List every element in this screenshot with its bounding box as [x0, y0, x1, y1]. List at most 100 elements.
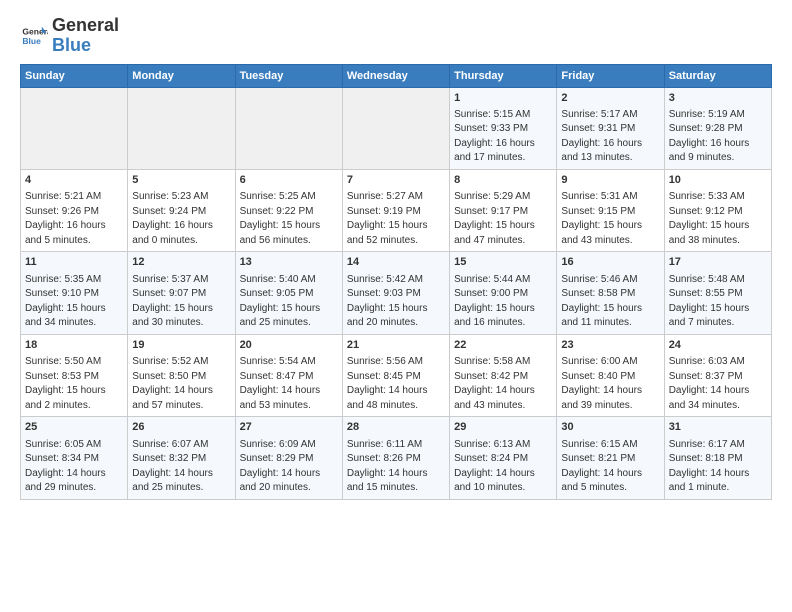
- cell-content: Sunrise: 5:35 AMSunset: 9:10 PMDaylight:…: [25, 273, 123, 331]
- cell-content: Sunrise: 6:03 AMSunset: 8:37 PMDaylight:…: [669, 355, 767, 413]
- day-number: 9: [561, 173, 659, 188]
- cell-content: Sunrise: 5:50 AMSunset: 8:53 PMDaylight:…: [25, 355, 123, 413]
- calendar-cell: 25 Sunrise: 6:05 AMSunset: 8:34 PMDayligh…: [21, 417, 128, 499]
- calendar-cell: 11 Sunrise: 5:35 AMSunset: 9:10 PMDayligh…: [21, 252, 128, 334]
- cell-content: Sunrise: 5:23 AMSunset: 9:24 PMDaylight:…: [132, 190, 230, 248]
- cell-content: Sunrise: 5:52 AMSunset: 8:50 PMDaylight:…: [132, 355, 230, 413]
- calendar-cell: 14 Sunrise: 5:42 AMSunset: 9:03 PMDayligh…: [342, 252, 449, 334]
- day-number: 23: [561, 338, 659, 353]
- day-number: 25: [25, 420, 123, 435]
- calendar-cell: 27 Sunrise: 6:09 AMSunset: 8:29 PMDayligh…: [235, 417, 342, 499]
- cell-content: Sunrise: 6:17 AMSunset: 8:18 PMDaylight:…: [669, 438, 767, 496]
- day-number: 19: [132, 338, 230, 353]
- calendar-table: SundayMondayTuesdayWednesdayThursdayFrid…: [20, 64, 772, 500]
- day-number: 5: [132, 173, 230, 188]
- day-number: 31: [669, 420, 767, 435]
- calendar-cell: 10Sunrise: 5:33 AMSunset: 9:12 PMDayligh…: [664, 169, 771, 251]
- calendar-cell: [128, 87, 235, 169]
- cell-content: Sunrise: 6:11 AMSunset: 8:26 PMDaylight:…: [347, 438, 445, 496]
- day-number: 17: [669, 255, 767, 270]
- calendar-cell: 18Sunrise: 5:50 AMSunset: 8:53 PMDayligh…: [21, 334, 128, 416]
- cell-content: Sunrise: 5:31 AMSunset: 9:15 PMDaylight:…: [561, 190, 659, 248]
- calendar-cell: 9 Sunrise: 5:31 AMSunset: 9:15 PMDaylight…: [557, 169, 664, 251]
- calendar-cell: 23 Sunrise: 6:00 AMSunset: 8:40 PMDayligh…: [557, 334, 664, 416]
- calendar-week-4: 18Sunrise: 5:50 AMSunset: 8:53 PMDayligh…: [21, 334, 772, 416]
- logo: General Blue General Blue: [20, 16, 119, 56]
- cell-content: Sunrise: 5:42 AMSunset: 9:03 PMDaylight:…: [347, 273, 445, 331]
- cell-content: Sunrise: 5:29 AMSunset: 9:17 PMDaylight:…: [454, 190, 552, 248]
- calendar-cell: [21, 87, 128, 169]
- logo-icon: General Blue: [20, 22, 48, 50]
- calendar-cell: 1 Sunrise: 5:15 AMSunset: 9:33 PMDaylight…: [450, 87, 557, 169]
- calendar-cell: 6 Sunrise: 5:25 AMSunset: 9:22 PMDaylight…: [235, 169, 342, 251]
- calendar-cell: 4 Sunrise: 5:21 AMSunset: 9:26 PMDaylight…: [21, 169, 128, 251]
- day-number: 12: [132, 255, 230, 270]
- cell-content: Sunrise: 5:37 AMSunset: 9:07 PMDaylight:…: [132, 273, 230, 331]
- calendar-cell: 22 Sunrise: 5:58 AMSunset: 8:42 PMDayligh…: [450, 334, 557, 416]
- day-number: 22: [454, 338, 552, 353]
- cell-content: Sunrise: 5:48 AMSunset: 8:55 PMDaylight:…: [669, 273, 767, 331]
- day-number: 11: [25, 255, 123, 270]
- calendar-cell: 12 Sunrise: 5:37 AMSunset: 9:07 PMDayligh…: [128, 252, 235, 334]
- day-number: 29: [454, 420, 552, 435]
- calendar-cell: 31 Sunrise: 6:17 AMSunset: 8:18 PMDayligh…: [664, 417, 771, 499]
- cell-content: Sunrise: 6:00 AMSunset: 8:40 PMDaylight:…: [561, 355, 659, 413]
- logo-text: General Blue: [52, 16, 119, 56]
- page-header: General Blue General Blue: [20, 16, 772, 56]
- cell-content: Sunrise: 5:19 AMSunset: 9:28 PMDaylight:…: [669, 108, 767, 166]
- calendar-cell: 28Sunrise: 6:11 AMSunset: 8:26 PMDayligh…: [342, 417, 449, 499]
- calendar-cell: 19 Sunrise: 5:52 AMSunset: 8:50 PMDayligh…: [128, 334, 235, 416]
- day-number: 27: [240, 420, 338, 435]
- weekday-header-wednesday: Wednesday: [342, 64, 449, 87]
- calendar-cell: 29 Sunrise: 6:13 AMSunset: 8:24 PMDayligh…: [450, 417, 557, 499]
- svg-text:Blue: Blue: [22, 36, 41, 46]
- cell-content: Sunrise: 5:56 AMSunset: 8:45 PMDaylight:…: [347, 355, 445, 413]
- calendar-header-row: SundayMondayTuesdayWednesdayThursdayFrid…: [21, 64, 772, 87]
- cell-content: Sunrise: 5:40 AMSunset: 9:05 PMDaylight:…: [240, 273, 338, 331]
- calendar-week-5: 25 Sunrise: 6:05 AMSunset: 8:34 PMDayligh…: [21, 417, 772, 499]
- day-number: 6: [240, 173, 338, 188]
- calendar-cell: 26 Sunrise: 6:07 AMSunset: 8:32 PMDayligh…: [128, 417, 235, 499]
- cell-content: Sunrise: 6:05 AMSunset: 8:34 PMDaylight:…: [25, 438, 123, 496]
- day-number: 1: [454, 91, 552, 106]
- cell-content: Sunrise: 5:58 AMSunset: 8:42 PMDaylight:…: [454, 355, 552, 413]
- calendar-cell: 30Sunrise: 6:15 AMSunset: 8:21 PMDayligh…: [557, 417, 664, 499]
- day-number: 2: [561, 91, 659, 106]
- calendar-cell: 16 Sunrise: 5:46 AMSunset: 8:58 PMDayligh…: [557, 252, 664, 334]
- calendar-week-2: 4 Sunrise: 5:21 AMSunset: 9:26 PMDaylight…: [21, 169, 772, 251]
- cell-content: Sunrise: 5:25 AMSunset: 9:22 PMDaylight:…: [240, 190, 338, 248]
- day-number: 4: [25, 173, 123, 188]
- cell-content: Sunrise: 5:15 AMSunset: 9:33 PMDaylight:…: [454, 108, 552, 166]
- day-number: 3: [669, 91, 767, 106]
- cell-content: Sunrise: 5:21 AMSunset: 9:26 PMDaylight:…: [25, 190, 123, 248]
- calendar-cell: 2 Sunrise: 5:17 AMSunset: 9:31 PMDaylight…: [557, 87, 664, 169]
- weekday-header-friday: Friday: [557, 64, 664, 87]
- calendar-week-3: 11 Sunrise: 5:35 AMSunset: 9:10 PMDayligh…: [21, 252, 772, 334]
- cell-content: Sunrise: 6:13 AMSunset: 8:24 PMDaylight:…: [454, 438, 552, 496]
- weekday-header-monday: Monday: [128, 64, 235, 87]
- calendar-cell: [235, 87, 342, 169]
- day-number: 15: [454, 255, 552, 270]
- day-number: 20: [240, 338, 338, 353]
- weekday-header-tuesday: Tuesday: [235, 64, 342, 87]
- weekday-header-saturday: Saturday: [664, 64, 771, 87]
- cell-content: Sunrise: 5:46 AMSunset: 8:58 PMDaylight:…: [561, 273, 659, 331]
- cell-content: Sunrise: 5:33 AMSunset: 9:12 PMDaylight:…: [669, 190, 767, 248]
- cell-content: Sunrise: 5:54 AMSunset: 8:47 PMDaylight:…: [240, 355, 338, 413]
- calendar-cell: 17 Sunrise: 5:48 AMSunset: 8:55 PMDayligh…: [664, 252, 771, 334]
- day-number: 16: [561, 255, 659, 270]
- calendar-cell: 21Sunrise: 5:56 AMSunset: 8:45 PMDayligh…: [342, 334, 449, 416]
- weekday-header-thursday: Thursday: [450, 64, 557, 87]
- day-number: 26: [132, 420, 230, 435]
- calendar-cell: 5 Sunrise: 5:23 AMSunset: 9:24 PMDaylight…: [128, 169, 235, 251]
- cell-content: Sunrise: 6:07 AMSunset: 8:32 PMDaylight:…: [132, 438, 230, 496]
- day-number: 8: [454, 173, 552, 188]
- cell-content: Sunrise: 5:44 AMSunset: 9:00 PMDaylight:…: [454, 273, 552, 331]
- cell-content: Sunrise: 5:17 AMSunset: 9:31 PMDaylight:…: [561, 108, 659, 166]
- calendar-cell: 8 Sunrise: 5:29 AMSunset: 9:17 PMDaylight…: [450, 169, 557, 251]
- calendar-cell: 20 Sunrise: 5:54 AMSunset: 8:47 PMDayligh…: [235, 334, 342, 416]
- day-number: 14: [347, 255, 445, 270]
- calendar-cell: 24Sunrise: 6:03 AMSunset: 8:37 PMDayligh…: [664, 334, 771, 416]
- day-number: 7: [347, 173, 445, 188]
- cell-content: Sunrise: 6:09 AMSunset: 8:29 PMDaylight:…: [240, 438, 338, 496]
